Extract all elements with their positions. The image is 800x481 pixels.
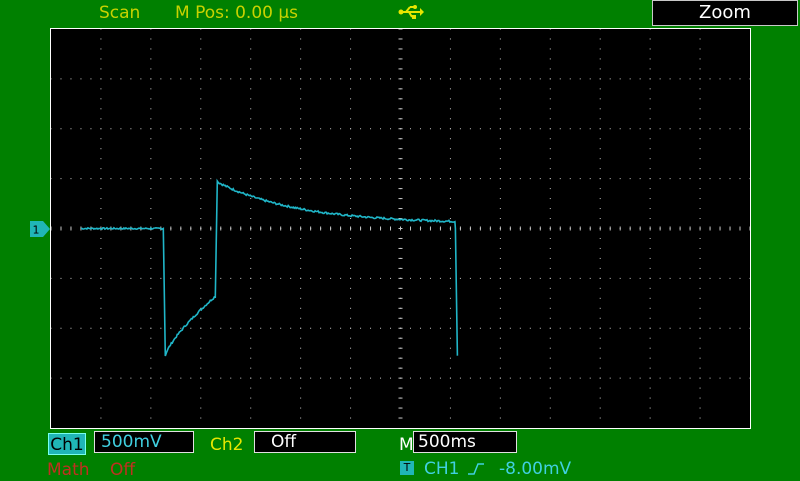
math-state: Off [110, 460, 136, 480]
ch1-volts-per-div[interactable]: 500mV [94, 431, 194, 453]
waveform-grid [51, 29, 750, 419]
trigger-icon: T [400, 461, 414, 475]
acquisition-mode: Scan [99, 3, 141, 23]
zoom-button[interactable]: Zoom [652, 0, 798, 26]
ch1-level-marker-label: 1 [33, 224, 40, 237]
ch2-state[interactable]: Off [254, 431, 356, 453]
main-timebase-value[interactable]: 500ms [413, 431, 517, 453]
rising-edge-icon [467, 461, 485, 480]
trigger-source: CH1 [424, 459, 460, 479]
main-position-readout: M Pos: 0.00 µs [175, 3, 299, 23]
ch2-label[interactable]: Ch2 [210, 434, 243, 456]
trigger-level: -8.00mV [499, 459, 572, 479]
ch1-level-marker[interactable]: 1 [30, 221, 50, 241]
ch1-label[interactable]: Ch1 [48, 433, 86, 455]
math-label[interactable]: Math [47, 459, 90, 481]
main-timebase-label: M [399, 435, 414, 455]
usb-icon [398, 4, 424, 24]
waveform-display [50, 28, 751, 429]
